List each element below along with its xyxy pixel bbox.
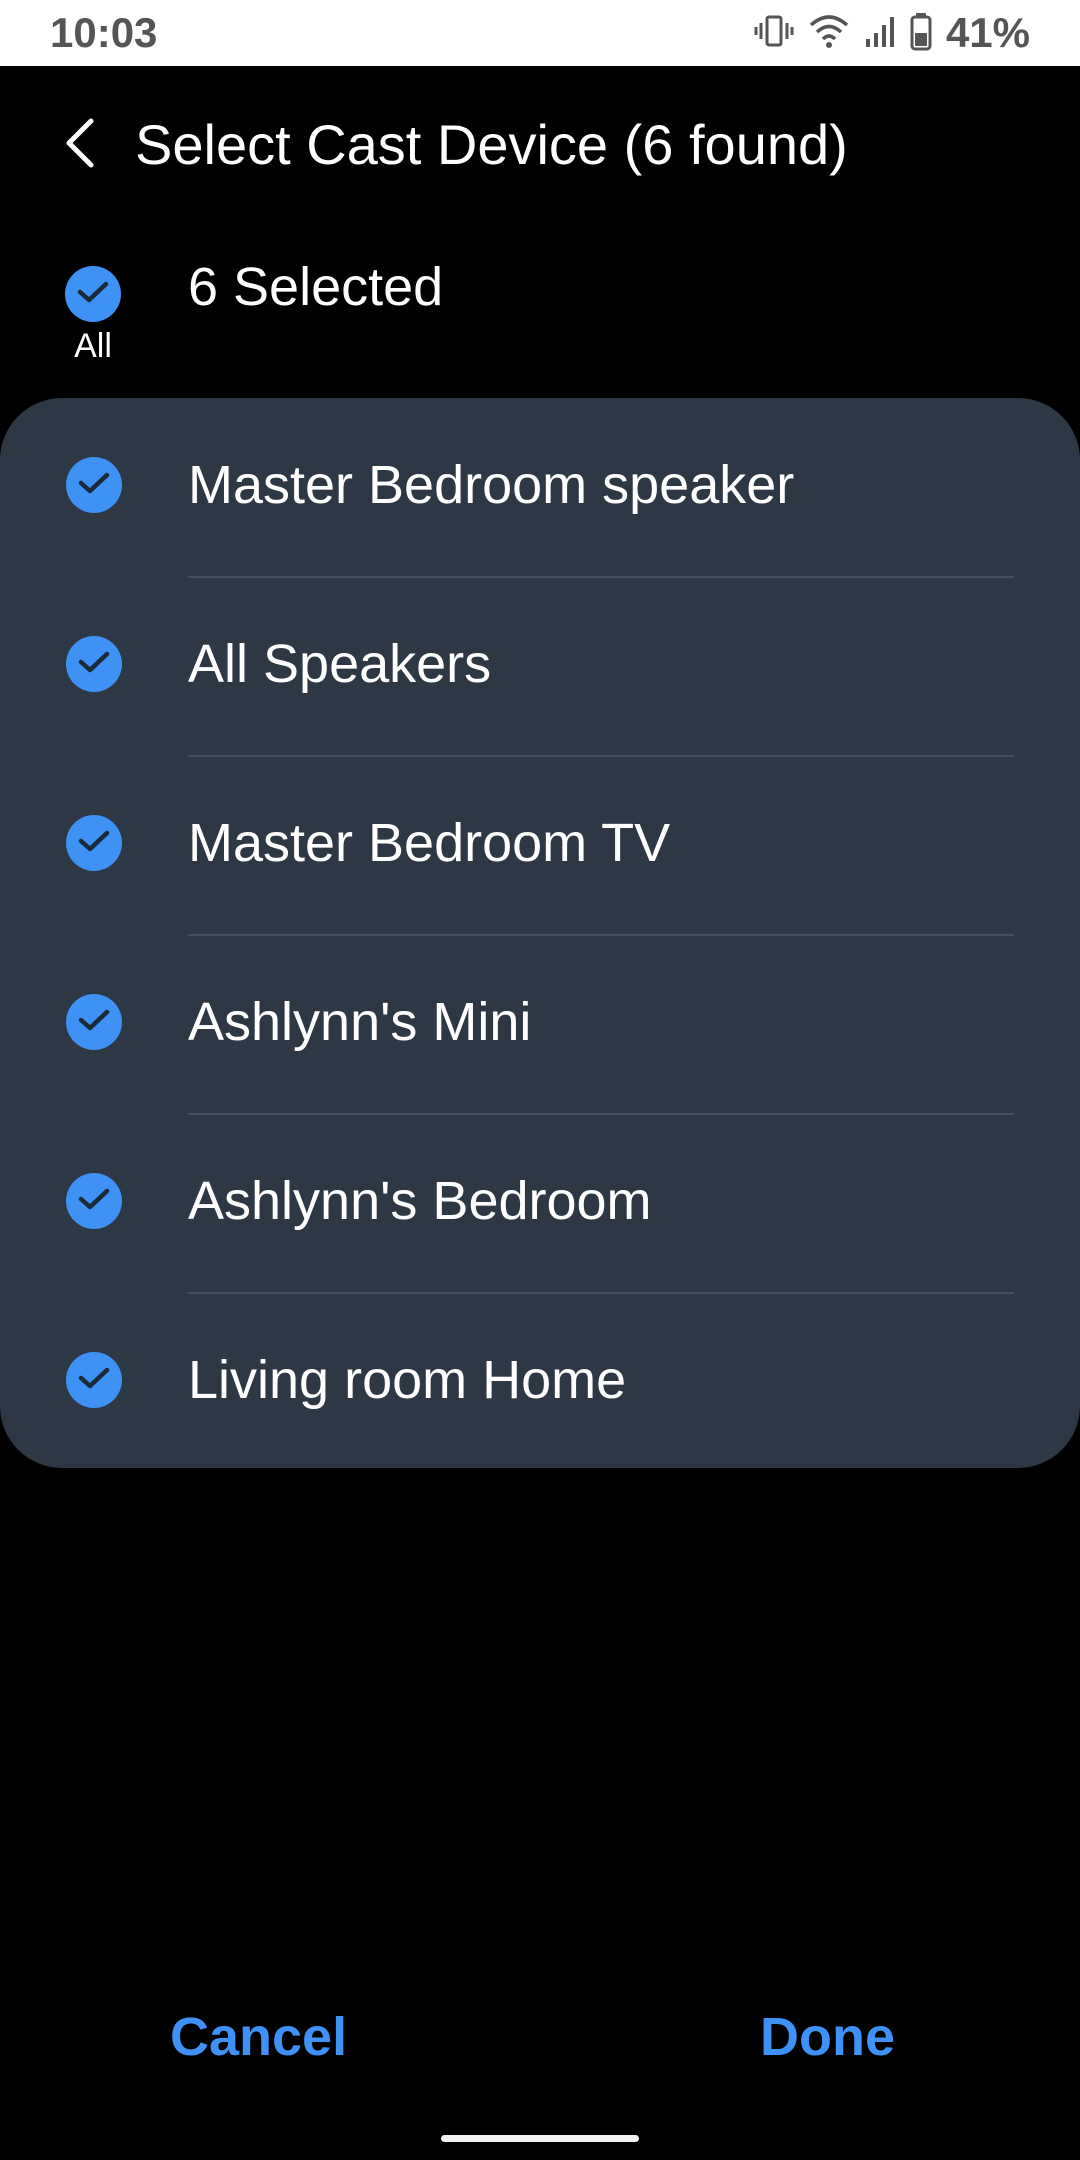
- status-icons: 41%: [754, 8, 1030, 58]
- device-row[interactable]: Ashlynn's Bedroom: [0, 1114, 1080, 1293]
- device-checkbox[interactable]: [66, 1352, 122, 1408]
- checkmark-icon: [77, 470, 111, 501]
- wifi-icon: [808, 11, 850, 56]
- chevron-left-icon: [61, 115, 101, 176]
- status-time: 10:03: [50, 9, 158, 56]
- device-name: Ashlynn's Mini: [188, 992, 532, 1052]
- back-button[interactable]: [50, 114, 112, 176]
- device-row[interactable]: Living room Home: [0, 1293, 1080, 1472]
- select-all-checkbox[interactable]: All: [50, 256, 140, 376]
- device-checkbox[interactable]: [66, 457, 122, 513]
- checkmark-icon: [77, 1007, 111, 1038]
- header: Select Cast Device (6 found): [0, 100, 1080, 190]
- device-list: Master Bedroom speaker All Speakers Mast…: [0, 398, 1080, 1468]
- device-checkbox[interactable]: [66, 815, 122, 871]
- device-checkbox[interactable]: [66, 994, 122, 1050]
- home-indicator[interactable]: [441, 2135, 639, 2142]
- device-row[interactable]: Master Bedroom speaker: [0, 398, 1080, 577]
- page-title: Select Cast Device (6 found): [135, 113, 848, 176]
- checkmark-icon: [77, 1186, 111, 1217]
- device-row[interactable]: Master Bedroom TV: [0, 756, 1080, 935]
- checkmark-icon: [77, 828, 111, 859]
- vibrate-icon: [754, 11, 794, 56]
- checkmark-icon: [76, 279, 110, 310]
- select-all-check: [65, 266, 121, 322]
- device-name: Living room Home: [188, 1350, 627, 1410]
- device-checkbox[interactable]: [66, 636, 122, 692]
- done-button[interactable]: Done: [760, 2002, 895, 2072]
- device-row[interactable]: All Speakers: [0, 577, 1080, 756]
- device-row[interactable]: Ashlynn's Mini: [0, 935, 1080, 1114]
- cancel-button[interactable]: Cancel: [170, 2002, 347, 2072]
- battery-icon: [910, 11, 932, 56]
- device-name: Master Bedroom TV: [188, 813, 671, 873]
- device-name: Master Bedroom speaker: [188, 455, 795, 515]
- selected-count: 6 Selected: [188, 257, 444, 317]
- checkmark-icon: [77, 649, 111, 680]
- battery-percent: 41%: [945, 9, 1030, 56]
- device-checkbox[interactable]: [66, 1173, 122, 1229]
- select-all-label: All: [74, 327, 112, 365]
- status-bar: 10:03 41%: [0, 0, 1080, 66]
- device-name: All Speakers: [188, 634, 492, 694]
- cell-signal-icon: [864, 11, 896, 56]
- device-name: Ashlynn's Bedroom: [188, 1171, 652, 1231]
- checkmark-icon: [77, 1365, 111, 1396]
